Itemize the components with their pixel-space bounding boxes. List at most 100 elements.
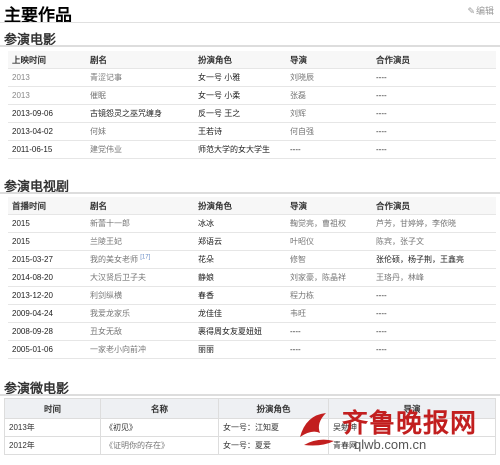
title-link[interactable]: 何妹	[86, 122, 194, 141]
film-section-divider	[0, 45, 500, 47]
title-link[interactable]: 丑女无敌	[86, 322, 194, 341]
director-cell: ----	[286, 140, 372, 159]
header-cell: 上映时间	[8, 51, 86, 69]
header-cell: 导演	[286, 197, 372, 215]
title-link[interactable]: 催眠	[86, 86, 194, 105]
edit-label: 编辑	[475, 6, 494, 16]
pencil-icon: ✎	[467, 6, 475, 16]
date-cell: 2015	[8, 214, 86, 233]
header-cell: 扮演角色	[194, 197, 286, 215]
date-cell: 2013-04-02	[8, 122, 86, 141]
director-link[interactable]: 刘辉	[286, 104, 372, 123]
title-link[interactable]: 建党伟业	[86, 140, 194, 159]
tv-table: 首播时间 剧名 扮演角色 导演 合作演员 2015 新蕾十一郎 冰冰 鞠觉亮，曹…	[8, 197, 496, 359]
role-cell: 反一号 王之	[194, 104, 286, 123]
title-link[interactable]: 一家老小向前冲	[86, 340, 194, 359]
table-row: 2013-12-20 利剑纵横 春香 程力栋 ----	[8, 286, 496, 305]
title-text: 我的美女老师	[90, 255, 138, 264]
costar-link[interactable]: 王珞丹，林峰	[372, 268, 496, 287]
director-link[interactable]: 程力栋	[286, 286, 372, 305]
date-cell: 2013年	[4, 418, 101, 437]
newspaper-logo-icon	[300, 413, 334, 446]
header-cell: 剧名	[86, 197, 194, 215]
tv-header-row: 首播时间 剧名 扮演角色 导演 合作演员	[8, 197, 496, 215]
date-cell: 2013	[8, 68, 86, 87]
director-link[interactable]: 何自强	[286, 122, 372, 141]
title-link[interactable]: 《证明你的存在》	[100, 436, 219, 455]
costar-link[interactable]: 陈宾，张子文	[372, 232, 496, 251]
footnote-ref[interactable]: [17]	[140, 254, 150, 260]
header-cell: 名称	[100, 398, 219, 419]
table-row: 2013 青涩记事 女一号 小雅 刘晓辰 ----	[8, 68, 496, 87]
role-cell: 静娘	[194, 268, 286, 287]
costar-cell: ----	[372, 322, 496, 341]
table-row: 2014-08-20 大汉贤后卫子夫 静娘 刘家豪，陈晶祥 王珞丹，林峰	[8, 268, 496, 287]
date-cell: 2005-01-06	[8, 340, 86, 359]
date-cell: 2009-04-24	[8, 304, 86, 323]
director-link[interactable]: 韦旺	[286, 304, 372, 323]
director-cell: ----	[286, 340, 372, 359]
micro-section-divider	[0, 394, 500, 396]
director-link[interactable]: 鞠觉亮，曹祖权	[286, 214, 372, 233]
tv-section-divider	[0, 192, 500, 194]
date-cell: 2014-08-20	[8, 268, 86, 287]
costar-cell: ----	[372, 68, 496, 87]
role-cell: 春香	[194, 286, 286, 305]
director-link[interactable]: 刘家豪，陈晶祥	[286, 268, 372, 287]
costar-cell: ----	[372, 340, 496, 359]
role-cell: 女一号 小柔	[194, 86, 286, 105]
title-cell: 古镜怨灵之巫咒缠身	[86, 104, 194, 123]
date-cell: 2013-09-06	[8, 104, 86, 123]
title-link[interactable]: 利剑纵横	[86, 286, 194, 305]
role-cell: 女一号 小雅	[194, 68, 286, 87]
title-cell: 《初见》	[100, 418, 219, 437]
date-cell: 2013	[8, 86, 86, 105]
date-cell: 2012年	[4, 436, 101, 455]
director-link[interactable]: 修智	[286, 250, 372, 269]
header-cell: 合作演员	[372, 197, 496, 215]
header-cell: 剧名	[86, 51, 194, 69]
costar-cell: ----	[372, 286, 496, 305]
role-cell: 裹得周女友夏妞妞	[194, 322, 286, 341]
costar-cell: 张伦硕，杨子荆，王鑫亮	[372, 250, 496, 269]
title-link[interactable]: 新蕾十一郎	[86, 214, 194, 233]
director-cell: ----	[286, 322, 372, 341]
date-cell: 2015	[8, 232, 86, 251]
watermark-url: qlwb.com.cn	[354, 437, 427, 452]
role-cell: 冰冰	[194, 214, 286, 233]
film-table: 上映时间 剧名 扮演角色 导演 合作演员 2013 青涩记事 女一号 小雅 刘晓…	[8, 51, 496, 159]
director-link[interactable]: 张磊	[286, 86, 372, 105]
title-link[interactable]: 兰陵王妃	[86, 232, 194, 251]
title-link[interactable]: 我爱龙家乐	[86, 304, 194, 323]
table-row: 2011-06-15 建党伟业 师范大学的女大学生 ---- ----	[8, 140, 496, 159]
watermark: 齐鲁晚报网 qlwb.com.cn	[294, 403, 494, 459]
watermark-text: 齐鲁晚报网	[342, 409, 478, 439]
table-row: 2009-04-24 我爱龙家乐 龙佳佳 韦旺 ----	[8, 304, 496, 323]
table-row: 2008-09-28 丑女无敌 裹得周女友夏妞妞 ---- ----	[8, 322, 496, 341]
date-cell: 2013-12-20	[8, 286, 86, 305]
table-row: 2015 新蕾十一郎 冰冰 鞠觉亮，曹祖权 芦芳，甘婷婷，李依晓	[8, 214, 496, 233]
title-divider	[0, 22, 500, 23]
date-cell: 2015-03-27	[8, 250, 86, 269]
director-link[interactable]: 刘晓辰	[286, 68, 372, 87]
role-cell: 龙佳佳	[194, 304, 286, 323]
role-cell: 丽丽	[194, 340, 286, 359]
title-link[interactable]: 我的美女老师 [17]	[86, 250, 194, 269]
director-link[interactable]: 叶昭仪	[286, 232, 372, 251]
costar-cell: ----	[372, 140, 496, 159]
costar-link[interactable]: 芦芳，甘婷婷，李依晓	[372, 214, 496, 233]
header-cell: 导演	[286, 51, 372, 69]
header-cell: 时间	[4, 398, 101, 419]
table-row: 2013-09-06 古镜怨灵之巫咒缠身 反一号 王之 刘辉 ----	[8, 104, 496, 123]
title-link[interactable]: 青涩记事	[86, 68, 194, 87]
role-cell: 王若诗	[194, 122, 286, 141]
date-cell: 2011-06-15	[8, 140, 86, 159]
role-cell: 花朵	[194, 250, 286, 269]
table-row: 2015 兰陵王妃 郑语云 叶昭仪 陈宾，张子文	[8, 232, 496, 251]
role-cell: 郑语云	[194, 232, 286, 251]
table-row: 2013 催眠 女一号 小柔 张磊 ----	[8, 86, 496, 105]
title-link[interactable]: 大汉贤后卫子夫	[86, 268, 194, 287]
costar-cell: ----	[372, 304, 496, 323]
header-cell: 首播时间	[8, 197, 86, 215]
edit-link[interactable]: ✎编辑	[467, 4, 494, 17]
